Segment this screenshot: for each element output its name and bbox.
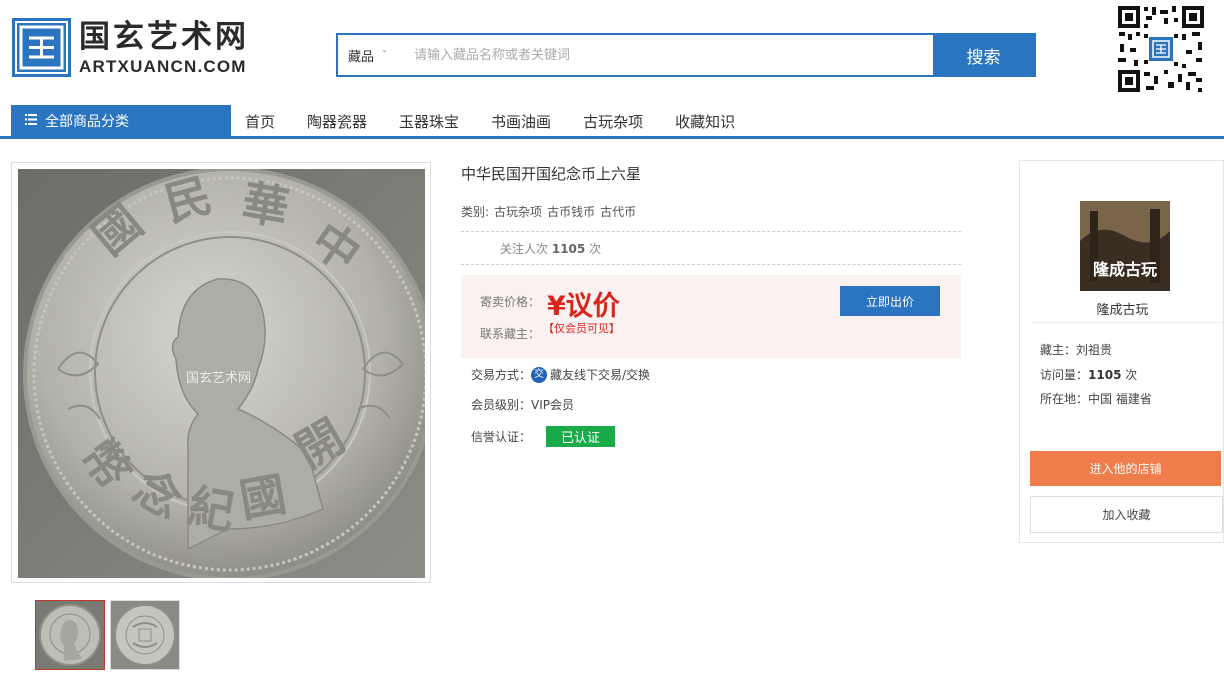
price-box: 寄卖价格： ¥议价 联系藏主： 【仅会员可见】 立即出价 <box>461 275 961 358</box>
search-input[interactable] <box>404 35 933 75</box>
nav-item-knowledge[interactable]: 收藏知识 <box>675 111 735 132</box>
svg-text:國: 國 <box>236 467 291 528</box>
owner-row: 藏主：刘祖贵 <box>1040 341 1112 358</box>
product-title: 中华民国开国纪念币上六星 <box>461 165 642 183</box>
thumbnail-strip <box>35 600 185 670</box>
add-favorite-button[interactable]: 加入收藏 <box>1030 496 1223 533</box>
owner-label: 藏主： <box>1040 343 1077 357</box>
logo-mark-icon <box>12 18 71 77</box>
visits-row: 访问量：1105 次 <box>1040 366 1137 383</box>
bid-button[interactable]: 立即出价 <box>840 286 940 316</box>
owner-value: 刘祖贵 <box>1076 343 1113 357</box>
member-value: VIP会员 <box>531 398 575 412</box>
nav-item-antiques[interactable]: 古玩杂项 <box>583 111 643 132</box>
trade-exchange-icon: 交 <box>531 366 548 383</box>
thumbnail-front[interactable] <box>35 600 105 670</box>
location-label: 所在地： <box>1040 392 1089 406</box>
member-level-row: 会员级别： VIP会员 <box>471 396 574 413</box>
logo-domain: ARTXUANCN.COM <box>79 57 247 76</box>
seller-panel: 隆成古玩 隆成古玩 藏主：刘祖贵 访问量：1105 次 所在地：中国 福建省 进… <box>1019 160 1224 543</box>
follow-count: 关注人次 1105 次 <box>500 240 601 257</box>
trade-method-row: 交易方式： 交 藏友线下交易/交换 <box>471 366 650 383</box>
nav-divider <box>0 136 1224 139</box>
category-label: 类别: <box>461 205 490 219</box>
list-icon <box>25 113 37 129</box>
shop-name[interactable]: 隆成古玩 <box>1020 299 1224 318</box>
all-categories-label: 全部商品分类 <box>45 114 129 130</box>
search-scope-label: 藏品 <box>348 49 375 65</box>
member-label: 会员级别： <box>471 398 532 412</box>
visits-unit: 次 <box>1125 368 1138 382</box>
page: 国玄艺术网 ARTXUANCN.COM 藏品 ˇ 搜索 <box>0 0 1224 679</box>
svg-text:紀: 紀 <box>184 479 239 540</box>
trade-value: 藏友线下交易/交换 <box>550 368 651 382</box>
category-link[interactable]: 古代币 <box>600 205 636 219</box>
category-link[interactable]: 古币钱币 <box>547 205 595 219</box>
nav-item-home[interactable]: 首页 <box>245 111 275 132</box>
credit-label: 信誉认证： <box>471 430 532 444</box>
credit-row: 信誉认证： 已认证 <box>471 426 616 447</box>
shop-logo[interactable]: 隆成古玩 <box>1080 201 1170 291</box>
main-product-image[interactable]: 國 民 華 中 開 國 紀 念 幣 国玄艺术网 <box>11 162 431 583</box>
verified-badge: 已认证 <box>546 426 616 447</box>
nav-item-pottery[interactable]: 陶器瓷器 <box>307 111 367 132</box>
visits-label: 访问量： <box>1040 368 1089 382</box>
nav-item-painting[interactable]: 书画油画 <box>491 111 551 132</box>
nav-item-jade[interactable]: 玉器珠宝 <box>399 111 459 132</box>
contact-label: 联系藏主： <box>480 327 541 341</box>
location-value: 中国 福建省 <box>1088 392 1152 406</box>
price-label: 寄卖价格： <box>480 295 541 309</box>
all-categories-button[interactable]: 全部商品分类 <box>11 105 231 137</box>
shop-logo-text: 隆成古玩 <box>1092 260 1157 279</box>
contact-value: 【仅会员可见】 <box>543 322 620 335</box>
product-category: 类别: 古玩杂项 古币钱币 古代币 <box>461 203 641 220</box>
trade-label: 交易方式： <box>471 368 532 382</box>
search-button[interactable]: 搜索 <box>933 35 1034 75</box>
follow-value: 1105 <box>551 242 586 256</box>
search-bar: 藏品 ˇ 搜索 <box>336 33 1036 77</box>
image-watermark: 国玄艺术网 <box>186 371 252 386</box>
svg-text:華: 華 <box>238 175 293 236</box>
logo-title: 国玄艺术网 <box>79 19 249 55</box>
category-link[interactable]: 古玩杂项 <box>494 205 542 219</box>
coin-photo: 國 民 華 中 開 國 紀 念 幣 国玄艺术网 <box>18 169 425 578</box>
qr-code-icon <box>1116 4 1206 94</box>
follow-unit: 次 <box>589 242 602 256</box>
divider <box>1030 322 1223 323</box>
enter-shop-button[interactable]: 进入他的店铺 <box>1030 451 1221 486</box>
divider <box>461 264 961 265</box>
search-scope-dropdown[interactable]: 藏品 ˇ <box>338 35 404 75</box>
divider <box>461 231 961 232</box>
main-nav: 首页 陶器瓷器 玉器珠宝 书画油画 古玩杂项 收藏知识 <box>231 105 751 137</box>
location-row: 所在地：中国 福建省 <box>1040 390 1152 407</box>
site-logo[interactable]: 国玄艺术网 ARTXUANCN.COM <box>12 18 249 77</box>
follow-label: 关注人次 <box>500 242 549 256</box>
price-value: ¥议价 <box>547 291 620 322</box>
visits-value: 1105 <box>1088 368 1122 382</box>
chevron-down-icon: ˇ <box>382 49 388 61</box>
thumbnail-back[interactable] <box>110 600 180 670</box>
